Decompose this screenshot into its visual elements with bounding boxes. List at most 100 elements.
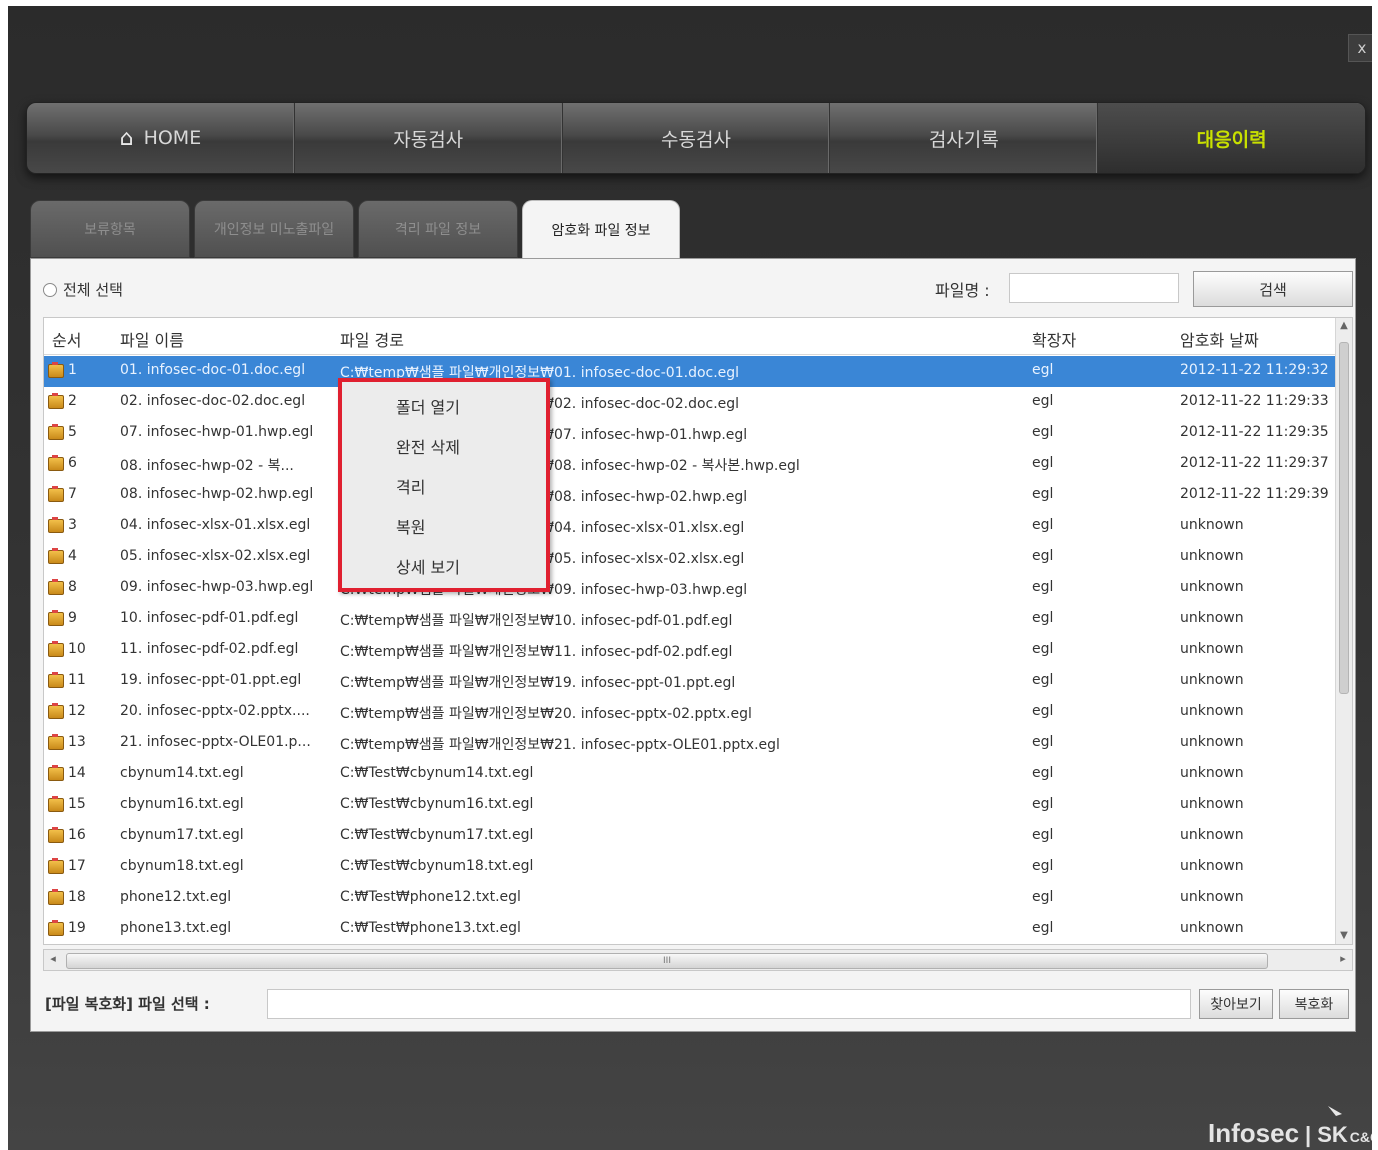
horizontal-scrollbar[interactable]: ◂ III ▸ — [43, 949, 1353, 971]
context-menu-item-2[interactable]: 격리 — [346, 470, 542, 506]
subtab-0[interactable]: 보류항목 — [30, 200, 190, 258]
row-date: unknown — [1180, 858, 1244, 874]
row-extension: egl — [1032, 703, 1054, 719]
row-extension: egl — [1032, 641, 1054, 657]
context-menu: 폴더 열기완전 삭제격리복원상세 보기 — [338, 378, 550, 592]
column-header-filename[interactable]: 파일 이름 — [120, 327, 184, 351]
table-row[interactable]: 10 11. infosec-pdf-02.pdf.egl C:₩temp₩샘플 파… — [44, 635, 1336, 666]
scroll-left-icon[interactable]: ◂ — [44, 952, 62, 965]
select-all-radio[interactable]: 전체 선택 — [43, 279, 123, 300]
filename-search-input[interactable] — [1009, 273, 1179, 303]
row-extension: egl — [1032, 424, 1054, 440]
table-row[interactable]: 11 19. infosec-ppt-01.ppt.egl C:₩temp₩샘플 파… — [44, 666, 1336, 697]
row-filename: cbynum17.txt.egl — [120, 827, 244, 843]
table-row[interactable]: 16 cbynum17.txt.egl C:₩Test₩cbynum17.txt.e… — [44, 821, 1336, 852]
horizontal-scroll-thumb[interactable]: III — [66, 953, 1268, 969]
encrypted-file-icon — [48, 827, 66, 847]
subtab-1[interactable]: 개인정보 미노출파일 — [194, 200, 354, 258]
table-row[interactable]: 12 20. infosec-pptx-02.pptx.... C:₩temp₩샘플… — [44, 697, 1336, 728]
table-row[interactable]: 9 10. infosec-pdf-01.pdf.egl C:₩temp₩샘플 파일… — [44, 604, 1336, 635]
decrypt-bar: [파일 복호화] 파일 선택 : 찾아보기 복호화 — [31, 977, 1355, 1027]
row-extension: egl — [1032, 393, 1054, 409]
radio-icon[interactable] — [43, 282, 57, 297]
scroll-thumb[interactable] — [1339, 342, 1349, 694]
row-filepath: C:₩Test₩phone13.txt.egl — [340, 920, 521, 936]
table-row[interactable]: 708. infosec-hwp-02.hwp.eglC:₩temp₩샘플 파일… — [44, 480, 1336, 511]
main-nav: ⌂ HOME 자동검사 수동검사 검사기록 대응이력 — [26, 102, 1366, 174]
nav-item-4[interactable]: 대응이력 — [1098, 103, 1365, 173]
row-extension: egl — [1032, 889, 1054, 905]
table-row[interactable]: 1 01. infosec-doc-01.doc.egl C:₩temp₩샘플 파일… — [44, 356, 1336, 387]
nav-item-3[interactable]: 검사기록 — [830, 103, 1099, 173]
nav-item-2[interactable]: 수동검사 — [563, 103, 831, 173]
table-row[interactable]: 809. infosec-hwp-03.hwp.eglC:₩temp₩샘플 파일… — [44, 573, 1336, 604]
row-extension: egl — [1032, 827, 1054, 843]
row-filename: 08. infosec-hwp-02 - 복... — [120, 458, 294, 474]
decrypt-button[interactable]: 복호화 — [1279, 989, 1349, 1019]
nav-item-label: 자동검사 — [393, 128, 464, 151]
row-filepath: C:₩Test₩cbynum16.txt.egl — [340, 796, 534, 812]
row-date: unknown — [1180, 703, 1244, 719]
row-order: 13 — [68, 734, 86, 750]
row-date: unknown — [1180, 920, 1244, 936]
table-row[interactable]: 507. infosec-hwp-01.hwp.eglC:₩temp₩샘플 파일… — [44, 418, 1336, 449]
row-filename: 07. infosec-hwp-01.hwp.egl — [120, 424, 314, 440]
encrypted-file-icon — [48, 548, 66, 568]
scroll-down-icon[interactable]: ▼ — [1336, 928, 1352, 944]
table-row[interactable]: 19 phone13.txt.egl C:₩Test₩phone13.txt.egl… — [44, 914, 1336, 944]
encrypted-file-icon — [48, 889, 66, 909]
vertical-scrollbar[interactable]: ▲ ▼ — [1335, 318, 1352, 944]
table-row[interactable]: 17 cbynum18.txt.egl C:₩Test₩cbynum18.txt.e… — [44, 852, 1336, 883]
scroll-up-icon[interactable]: ▲ — [1336, 318, 1352, 334]
subtab-2[interactable]: 격리 파일 정보 — [358, 200, 518, 258]
table-row[interactable]: 405. infosec-xlsx-02.xlsx.eglC:₩temp₩샘플 … — [44, 542, 1336, 573]
column-header-date[interactable]: 암호화 날짜 — [1180, 327, 1259, 351]
nav-item-label: 대응이력 — [1196, 128, 1267, 151]
encrypted-file-icon — [48, 858, 66, 878]
row-filename: 10. infosec-pdf-01.pdf.egl — [120, 610, 299, 626]
decrypt-file-label: [파일 복호화] 파일 선택 : — [45, 995, 210, 1013]
table-row[interactable]: 304. infosec-xlsx-01.xlsx.eglC:₩temp₩샘플 … — [44, 511, 1336, 542]
row-extension: egl — [1032, 765, 1054, 781]
row-order: 7 — [68, 486, 77, 502]
search-button[interactable]: 검색 — [1193, 271, 1353, 307]
table-row[interactable]: 18 phone12.txt.egl C:₩Test₩phone12.txt.egl… — [44, 883, 1336, 914]
decrypt-file-input[interactable] — [267, 989, 1191, 1019]
row-extension: egl — [1032, 486, 1054, 502]
table-row[interactable]: 13 21. infosec-pptx-OLE01.p... C:₩temp₩샘플 … — [44, 728, 1336, 759]
table-row[interactable]: 14 cbynum14.txt.egl C:₩Test₩cbynum14.txt.e… — [44, 759, 1336, 790]
nav-item-label: 검사기록 — [928, 128, 999, 151]
encrypted-file-icon — [48, 920, 66, 940]
column-header-path[interactable]: 파일 경로 — [340, 327, 404, 351]
column-header-order[interactable]: 순서 — [52, 327, 81, 351]
row-order: 9 — [68, 610, 77, 626]
context-menu-item-4[interactable]: 상세 보기 — [346, 550, 542, 586]
row-filepath: C:₩temp₩샘플 파일₩개인정보₩10. infosec-pdf-01.pd… — [340, 613, 733, 629]
encrypted-file-icon — [48, 424, 66, 444]
table-row[interactable]: 202. infosec-doc-02.doc.eglC:₩temp₩샘플 파일… — [44, 387, 1336, 418]
row-filepath: C:₩temp₩샘플 파일₩개인정보₩19. infosec-ppt-01.pp… — [340, 675, 736, 691]
row-extension: egl — [1032, 579, 1054, 595]
close-button[interactable]: x — [1348, 34, 1372, 62]
select-all-label: 전체 선택 — [63, 281, 123, 299]
row-date: 2012-11-22 11:29:37 — [1180, 455, 1329, 471]
brand-name: Infosec — [1208, 1118, 1300, 1148]
encrypted-file-icon — [48, 672, 66, 692]
table-row[interactable]: 15 cbynum16.txt.egl C:₩Test₩cbynum16.txt.e… — [44, 790, 1336, 821]
nav-item-0[interactable]: ⌂ HOME — [27, 103, 295, 173]
context-menu-item-0[interactable]: 폴더 열기 — [346, 390, 542, 426]
subtab-3[interactable]: 암호화 파일 정보 — [522, 200, 680, 258]
context-menu-item-3[interactable]: 복원 — [346, 510, 542, 546]
context-menu-item-1[interactable]: 완전 삭제 — [346, 430, 542, 466]
row-extension: egl — [1032, 858, 1054, 874]
table-row[interactable]: 6 08. infosec-hwp-02 - 복... C:₩temp₩샘플 파일₩… — [44, 449, 1336, 480]
scroll-right-icon[interactable]: ▸ — [1334, 952, 1352, 965]
encrypted-file-icon — [48, 734, 66, 754]
nav-item-1[interactable]: 자동검사 — [295, 103, 563, 173]
encrypted-file-icon — [48, 610, 66, 630]
browse-button[interactable]: 찾아보기 — [1199, 989, 1273, 1019]
row-date: unknown — [1180, 734, 1244, 750]
row-filename: 20. infosec-pptx-02.pptx.... — [120, 703, 310, 719]
column-header-extension[interactable]: 확장자 — [1032, 327, 1076, 351]
row-filepath: C:₩Test₩cbynum14.txt.egl — [340, 765, 534, 781]
